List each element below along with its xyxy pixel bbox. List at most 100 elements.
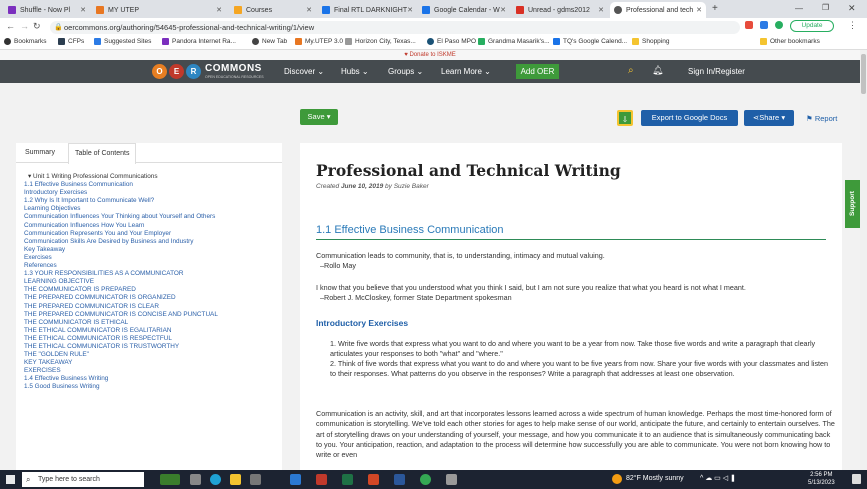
close-icon[interactable]: ✕: [306, 6, 312, 14]
bookmark-item[interactable]: Other bookmarks: [760, 38, 820, 45]
bookmark-item[interactable]: El Paso MPO: [427, 38, 476, 45]
toc-item[interactable]: KEY TAKEAWAY: [24, 359, 282, 367]
toc-item[interactable]: THE ETHICAL COMMUNICATOR IS EGALITARIAN: [24, 327, 282, 335]
bookmark-item[interactable]: TQ's Google Calend...: [553, 38, 627, 45]
back-icon[interactable]: ←: [6, 21, 15, 31]
bookmark-item[interactable]: Shopping: [632, 38, 669, 45]
forward-icon[interactable]: →: [20, 21, 29, 31]
file-explorer-icon[interactable]: [230, 474, 241, 485]
system-tray-icons[interactable]: ^ ☁ ▭ ◁ ❚: [700, 474, 736, 482]
toc-item[interactable]: Communication Influences How You Learn: [24, 222, 282, 230]
toc-item[interactable]: 1.2 Why Is It Important to Communicate W…: [24, 197, 282, 205]
widgets-icon[interactable]: [160, 474, 180, 485]
reload-icon[interactable]: ↻: [33, 21, 41, 32]
chrome-icon[interactable]: [420, 474, 431, 485]
nav-groups[interactable]: Groups ⌄: [388, 67, 423, 76]
bookmark-item[interactable]: Pandora Internet Ra...: [162, 38, 236, 45]
share-button[interactable]: ⋖Share ▾: [744, 110, 794, 126]
browser-tab[interactable]: Unread - gdms2012 ✕: [512, 2, 608, 18]
bookmark-item[interactable]: Suggested Sites: [94, 38, 151, 45]
maximize-icon[interactable]: ❐: [822, 3, 829, 12]
toc-item[interactable]: THE COMMUNICATOR IS PREPARED: [24, 286, 282, 294]
bookmark-item[interactable]: Grandma Masarik's...: [478, 38, 550, 45]
toc-item[interactable]: THE PREPARED COMMUNICATOR IS CLEAR: [24, 303, 282, 311]
tab-table-of-contents[interactable]: Table of Contents: [68, 143, 137, 164]
report-link[interactable]: ⚑ Report: [806, 114, 837, 123]
logo-text[interactable]: COMMONS: [205, 63, 262, 74]
toc-item[interactable]: 1.1 Effective Business Communication: [24, 181, 282, 189]
taskbar-search-box[interactable]: ⌕ Type here to search: [22, 472, 144, 487]
bookmark-item[interactable]: Bookmarks: [4, 38, 47, 45]
new-tab-icon[interactable]: +: [712, 3, 718, 14]
toc-item[interactable]: Learning Objectives: [24, 205, 282, 213]
nav-learn-more[interactable]: Learn More ⌄: [441, 67, 491, 76]
nav-hubs[interactable]: Hubs ⌄: [341, 67, 369, 76]
window-close-icon[interactable]: ✕: [848, 3, 856, 14]
nav-discover[interactable]: Discover ⌄: [284, 67, 324, 76]
toc-item[interactable]: LEARNING OBJECTIVE: [24, 278, 282, 286]
outlook-icon[interactable]: [290, 474, 301, 485]
search-icon[interactable]: ⌕: [628, 65, 634, 76]
close-icon[interactable]: ✕: [500, 6, 506, 14]
toc-item[interactable]: 1.4 Effective Business Writing: [24, 375, 282, 383]
toc-item[interactable]: THE "GOLDEN RULE": [24, 351, 282, 359]
url-field[interactable]: 🔒 oercommons.org/authoring/54645-professi…: [50, 21, 740, 34]
bookmark-item[interactable]: CFPs: [58, 38, 84, 45]
support-tab[interactable]: Support: [845, 180, 860, 228]
browser-tab[interactable]: Final RTL DARKNIGHT ✕: [318, 2, 416, 18]
toc-item[interactable]: THE PREPARED COMMUNICATOR IS ORGANIZED: [24, 294, 282, 302]
toc-item[interactable]: Introductory Exercises: [24, 189, 282, 197]
save-button[interactable]: Save ▾: [300, 109, 338, 125]
toc-item[interactable]: EXERCISES: [24, 367, 282, 375]
update-button[interactable]: Update: [790, 20, 834, 32]
store-icon[interactable]: [250, 474, 261, 485]
add-oer-button[interactable]: Add OER: [516, 64, 559, 79]
powerpoint-icon[interactable]: [368, 474, 379, 485]
browser-tab[interactable]: Google Calendar - W ✕: [418, 2, 510, 18]
toc-item[interactable]: References: [24, 262, 282, 270]
browser-tab[interactable]: Shuffle - Now Pl ✕: [4, 2, 90, 18]
notification-icon[interactable]: [852, 474, 861, 484]
export-google-docs-button[interactable]: Export to Google Docs: [641, 110, 738, 126]
clock[interactable]: 2:56 PM 5/13/2023: [808, 471, 835, 487]
app-icon[interactable]: [446, 474, 457, 485]
toc-item[interactable]: 1.5 Good Business Writing: [24, 383, 282, 391]
sign-in-link[interactable]: Sign In/Register: [688, 67, 745, 76]
close-icon[interactable]: ✕: [80, 6, 86, 14]
weather-text[interactable]: 82°F Mostly sunny: [626, 475, 684, 482]
toc-item[interactable]: Communication Represents You and Your Em…: [24, 230, 282, 238]
toc-item[interactable]: THE ETHICAL COMMUNICATOR IS RESPECTFUL: [24, 335, 282, 343]
toc-item[interactable]: THE COMMUNICATOR IS ETHICAL: [24, 319, 282, 327]
bookmark-item[interactable]: My.UTEP 3.0: [295, 38, 343, 45]
close-icon[interactable]: ✕: [407, 6, 413, 14]
close-icon[interactable]: ✕: [696, 6, 702, 14]
bookmark-item[interactable]: Horizon City, Texas...: [345, 38, 416, 45]
download-icon[interactable]: ⇩: [617, 110, 633, 126]
page-scrollbar[interactable]: [860, 50, 867, 470]
word-icon[interactable]: [394, 474, 405, 485]
profile-icon[interactable]: [775, 21, 783, 29]
toc-item[interactable]: THE ETHICAL COMMUNICATOR IS TRUSTWORTHY: [24, 343, 282, 351]
menu-kebab-icon[interactable]: ⋮: [848, 20, 857, 31]
toc-item[interactable]: Key Takeaway: [24, 246, 282, 254]
minimize-icon[interactable]: —: [795, 4, 803, 13]
bookmark-item[interactable]: New Tab: [252, 38, 287, 45]
windows-start-icon[interactable]: [6, 475, 15, 484]
close-icon[interactable]: ✕: [216, 6, 222, 14]
edge-icon[interactable]: [210, 474, 221, 485]
toc-item[interactable]: Exercises: [24, 254, 282, 262]
scrollbar-thumb[interactable]: [861, 54, 866, 94]
browser-tab[interactable]: Courses ✕: [230, 2, 316, 18]
toc-item[interactable]: Communication Skills Are Desired by Busi…: [24, 238, 282, 246]
tab-summary[interactable]: Summary: [25, 149, 55, 156]
toc-item[interactable]: THE PREPARED COMMUNICATOR IS CONCISE AND…: [24, 311, 282, 319]
toc-item[interactable]: Communication Influences Your Thinking a…: [24, 213, 282, 221]
acrobat-icon[interactable]: [316, 474, 327, 485]
toc-item[interactable]: ▾ Unit 1 Writing Professional Communicat…: [24, 173, 282, 181]
extension-icon[interactable]: [760, 21, 768, 29]
browser-tab[interactable]: MY UTEP ✕: [92, 2, 226, 18]
task-view-icon[interactable]: [190, 474, 201, 485]
donate-link[interactable]: Donate to ISKME: [409, 52, 455, 58]
browser-tab-active[interactable]: Professional and tech ✕: [610, 2, 706, 18]
excel-icon[interactable]: [342, 474, 353, 485]
